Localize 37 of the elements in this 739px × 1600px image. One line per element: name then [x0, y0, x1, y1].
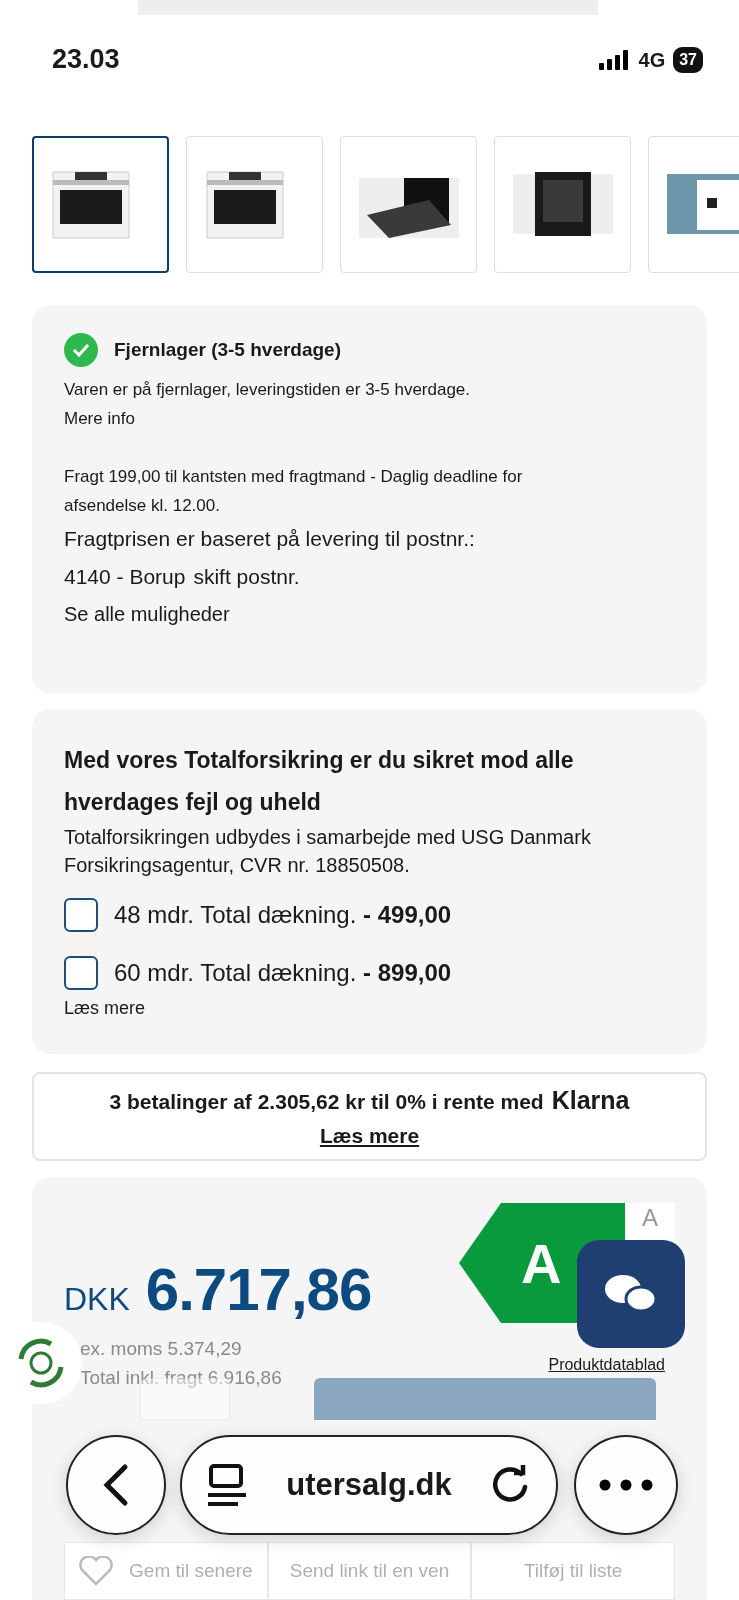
- coverage-option-label: 48 mdr. Total dækning. - 499,00: [114, 900, 452, 930]
- stock-status-title: Fjernlager (3-5 hverdage): [114, 337, 342, 362]
- reader-icon: [208, 1463, 248, 1507]
- datasheet-link[interactable]: Produktdatablad: [548, 1353, 665, 1377]
- insurance-title: Med vores Totalforsikring er du sikret mod alle hverdages fejl og uheld: [64, 746, 575, 817]
- all-options-link[interactable]: Se alle muligheder: [64, 596, 675, 632]
- chat-button[interactable]: [577, 1240, 685, 1348]
- stock-description: Varen er på fjernlager, leveringstiden er 3-5 hverdage.: [64, 379, 472, 401]
- heart-icon: [79, 1556, 114, 1586]
- currency-label: DKK: [64, 1280, 130, 1319]
- read-more-link[interactable]: Læs mere: [64, 995, 675, 1022]
- status-time: 23.03: [52, 43, 120, 77]
- address-bar[interactable]: utersalg.dk: [180, 1435, 558, 1535]
- coverage-option-label: 60 mdr. Total dækning. - 899,00: [114, 958, 452, 988]
- ellipsis-icon: [599, 1479, 653, 1491]
- checkbox[interactable]: [64, 956, 98, 990]
- more-info-link[interactable]: Mere info: [64, 404, 675, 433]
- installment-text: 3 betalinger af 2.305,62 kr til 0% i rente med: [109, 1089, 544, 1115]
- price-total-incl-freight: Total inkl. fragt 6.916,86: [80, 1365, 283, 1390]
- battery-level: 37: [673, 46, 703, 73]
- network-label: 4G: [638, 47, 666, 73]
- freight-info: Fragt 199,00 til kantsten med fragtmand - Daglig deadline for afsendelse kl. 12.00.: [64, 466, 524, 517]
- url-text: utersalg.dk: [286, 1465, 452, 1504]
- energy-scale-letter: A: [642, 1205, 658, 1231]
- signal-icon: [598, 49, 631, 70]
- checkbox[interactable]: [64, 898, 98, 932]
- price-amount: 6.717,86: [145, 1255, 372, 1325]
- reload-icon: [490, 1465, 530, 1505]
- read-more-link[interactable]: Læs mere: [319, 1119, 420, 1151]
- price-ex-vat: ex. moms 5.374,29: [80, 1337, 243, 1361]
- klarna-logo: Klarna: [551, 1085, 630, 1116]
- product-thumbnail[interactable]: [32, 136, 169, 273]
- change-postcode-link[interactable]: skift postnr.: [193, 558, 300, 596]
- insurance-description: Totalforsikringen udbydes i samarbejde med USG Danmark Forsikringsagentur, CVR nr. 18850508.: [64, 825, 592, 878]
- postcode-value: 4140 - Borup: [64, 564, 186, 590]
- postcode-info: Fragtprisen er baseret på levering til postnr.:: [64, 526, 476, 552]
- check-circle-icon: [64, 333, 98, 367]
